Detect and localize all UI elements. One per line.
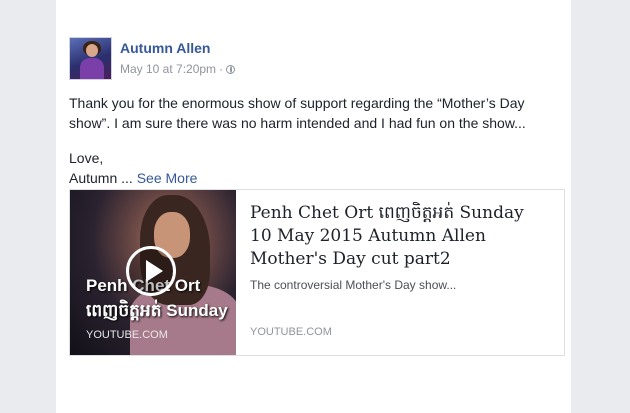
post-text-line-2: Love, (69, 150, 104, 166)
meta-separator: · (219, 62, 224, 76)
globe-icon[interactable] (226, 65, 236, 74)
author-name[interactable]: Autumn Allen (120, 40, 210, 56)
post-text-line-3: Autumn ... See More (69, 168, 564, 188)
avatar-face (86, 44, 98, 57)
link-title[interactable]: Penh Chet Ort ពេញចិត្តអត់ Sunday 10 May … (250, 202, 550, 271)
post-meta: May 10 at 7:20pm · (120, 62, 236, 76)
thumbnail-title-line-2: ពេញចិត្តអត់ Sunday (86, 301, 228, 320)
thumbnail-source: YOUTUBE.COM (86, 329, 168, 341)
post-timestamp[interactable]: May 10 at 7:20pm (120, 62, 216, 76)
post-text-signoff: Autumn ... (69, 170, 133, 186)
feed-post: Autumn Allen May 10 at 7:20pm · Thank you… (56, 0, 571, 413)
avatar-body (80, 58, 104, 79)
video-thumbnail[interactable]: Penh Chet Ort ពេញចិត្តអត់ Sunday YOUTUBE… (70, 190, 236, 355)
post-text: Thank you for the enormous show of suppo… (69, 93, 564, 188)
link-info: Penh Chet Ort ពេញចិត្តអត់ Sunday 10 May … (250, 202, 550, 338)
author-avatar[interactable] (69, 37, 112, 80)
play-icon[interactable] (126, 246, 176, 296)
link-description: The controversial Mother's Day show... (250, 278, 457, 292)
link-preview-card[interactable]: Penh Chet Ort ពេញចិត្តអត់ Sunday YOUTUBE… (69, 189, 565, 356)
link-domain: YOUTUBE.COM (250, 326, 332, 338)
see-more-link[interactable]: See More (137, 170, 198, 186)
post-text-line-1: Thank you for the enormous show of suppo… (69, 95, 526, 131)
